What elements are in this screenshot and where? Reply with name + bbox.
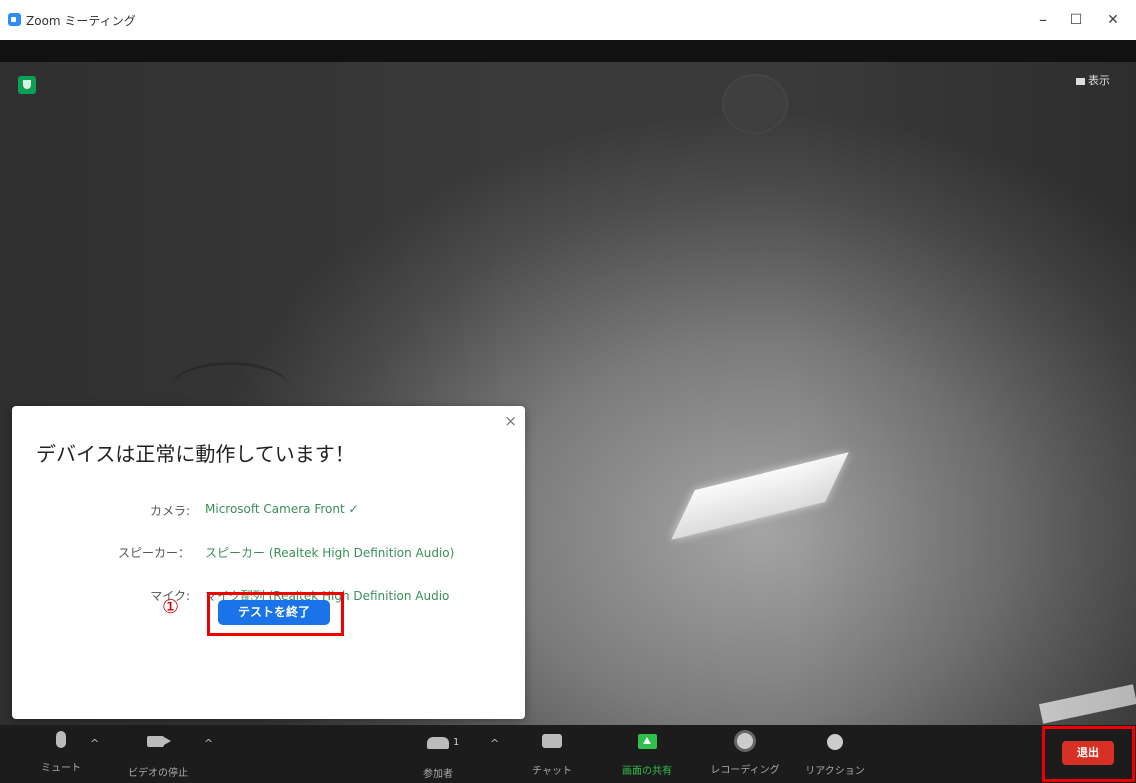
mute-label: ミュート bbox=[41, 763, 81, 774]
view-label: 表示 bbox=[1088, 74, 1110, 87]
view-button[interactable]: 表示 bbox=[1076, 72, 1110, 88]
recording-label: レコーディング bbox=[710, 765, 780, 776]
participants-button[interactable]: 1 参加者 bbox=[408, 731, 468, 780]
stop-video-label: ビデオの停止 bbox=[128, 768, 188, 779]
participants-count: 1 bbox=[453, 737, 460, 748]
end-test-button[interactable]: テストを終了 bbox=[218, 600, 330, 625]
mute-button[interactable]: ミュート bbox=[36, 731, 86, 774]
device-test-dialog: × デバイスは正常に動作しています！ カメラ: Microsoft Camera… bbox=[12, 406, 525, 719]
close-window-button[interactable]: ✕ bbox=[1098, 8, 1128, 32]
zoom-app-icon bbox=[8, 13, 21, 26]
video-camera-icon bbox=[146, 736, 171, 747]
share-screen-icon bbox=[637, 734, 657, 749]
record-icon bbox=[737, 733, 753, 749]
minimize-button[interactable]: – bbox=[1028, 8, 1058, 32]
share-screen-button[interactable]: 画面の共有 bbox=[612, 731, 682, 777]
stop-video-button[interactable]: ビデオの停止 bbox=[118, 731, 198, 779]
share-screen-label: 画面の共有 bbox=[622, 766, 672, 777]
window-title: Zoom ミーティング bbox=[26, 14, 136, 28]
participants-icon bbox=[427, 737, 449, 749]
chat-icon bbox=[542, 734, 562, 748]
step-marker: ① bbox=[162, 596, 180, 618]
reactions-button[interactable]: リアクション bbox=[800, 731, 870, 777]
leave-button[interactable]: 退出 bbox=[1062, 741, 1114, 765]
chat-label: チャット bbox=[532, 766, 572, 777]
recording-button[interactable]: レコーディング bbox=[705, 731, 785, 776]
video-options-caret[interactable]: ^ bbox=[204, 737, 213, 750]
security-shield-icon[interactable] bbox=[18, 76, 36, 94]
dialog-close-button[interactable]: × bbox=[504, 412, 517, 430]
grid-icon bbox=[1076, 77, 1085, 85]
camera-value: Microsoft Camera Front ✓ bbox=[205, 502, 359, 516]
chat-button[interactable]: チャット bbox=[527, 731, 577, 777]
meeting-top-strip bbox=[0, 40, 1136, 62]
reactions-icon bbox=[827, 734, 843, 750]
audio-options-caret[interactable]: ^ bbox=[90, 737, 99, 750]
meeting-toolbar: ミュート ^ ビデオの停止 ^ 1 参加者 ^ チャット 画面の共有 レコーディ… bbox=[0, 725, 1136, 783]
speaker-value: スピーカー (Realtek High Definition Audio) bbox=[205, 546, 455, 560]
title-bar: Zoom ミーティング – ☐ ✕ bbox=[0, 0, 1136, 40]
dialog-title: デバイスは正常に動作しています！ bbox=[36, 442, 355, 466]
camera-label: カメラ: bbox=[149, 504, 190, 518]
reactions-label: リアクション bbox=[805, 766, 865, 777]
maximize-button[interactable]: ☐ bbox=[1061, 8, 1091, 32]
participants-options-caret[interactable]: ^ bbox=[490, 737, 499, 750]
participants-label: 参加者 bbox=[423, 769, 453, 780]
speaker-label: スピーカー： bbox=[117, 546, 190, 560]
microphone-icon bbox=[56, 731, 66, 748]
